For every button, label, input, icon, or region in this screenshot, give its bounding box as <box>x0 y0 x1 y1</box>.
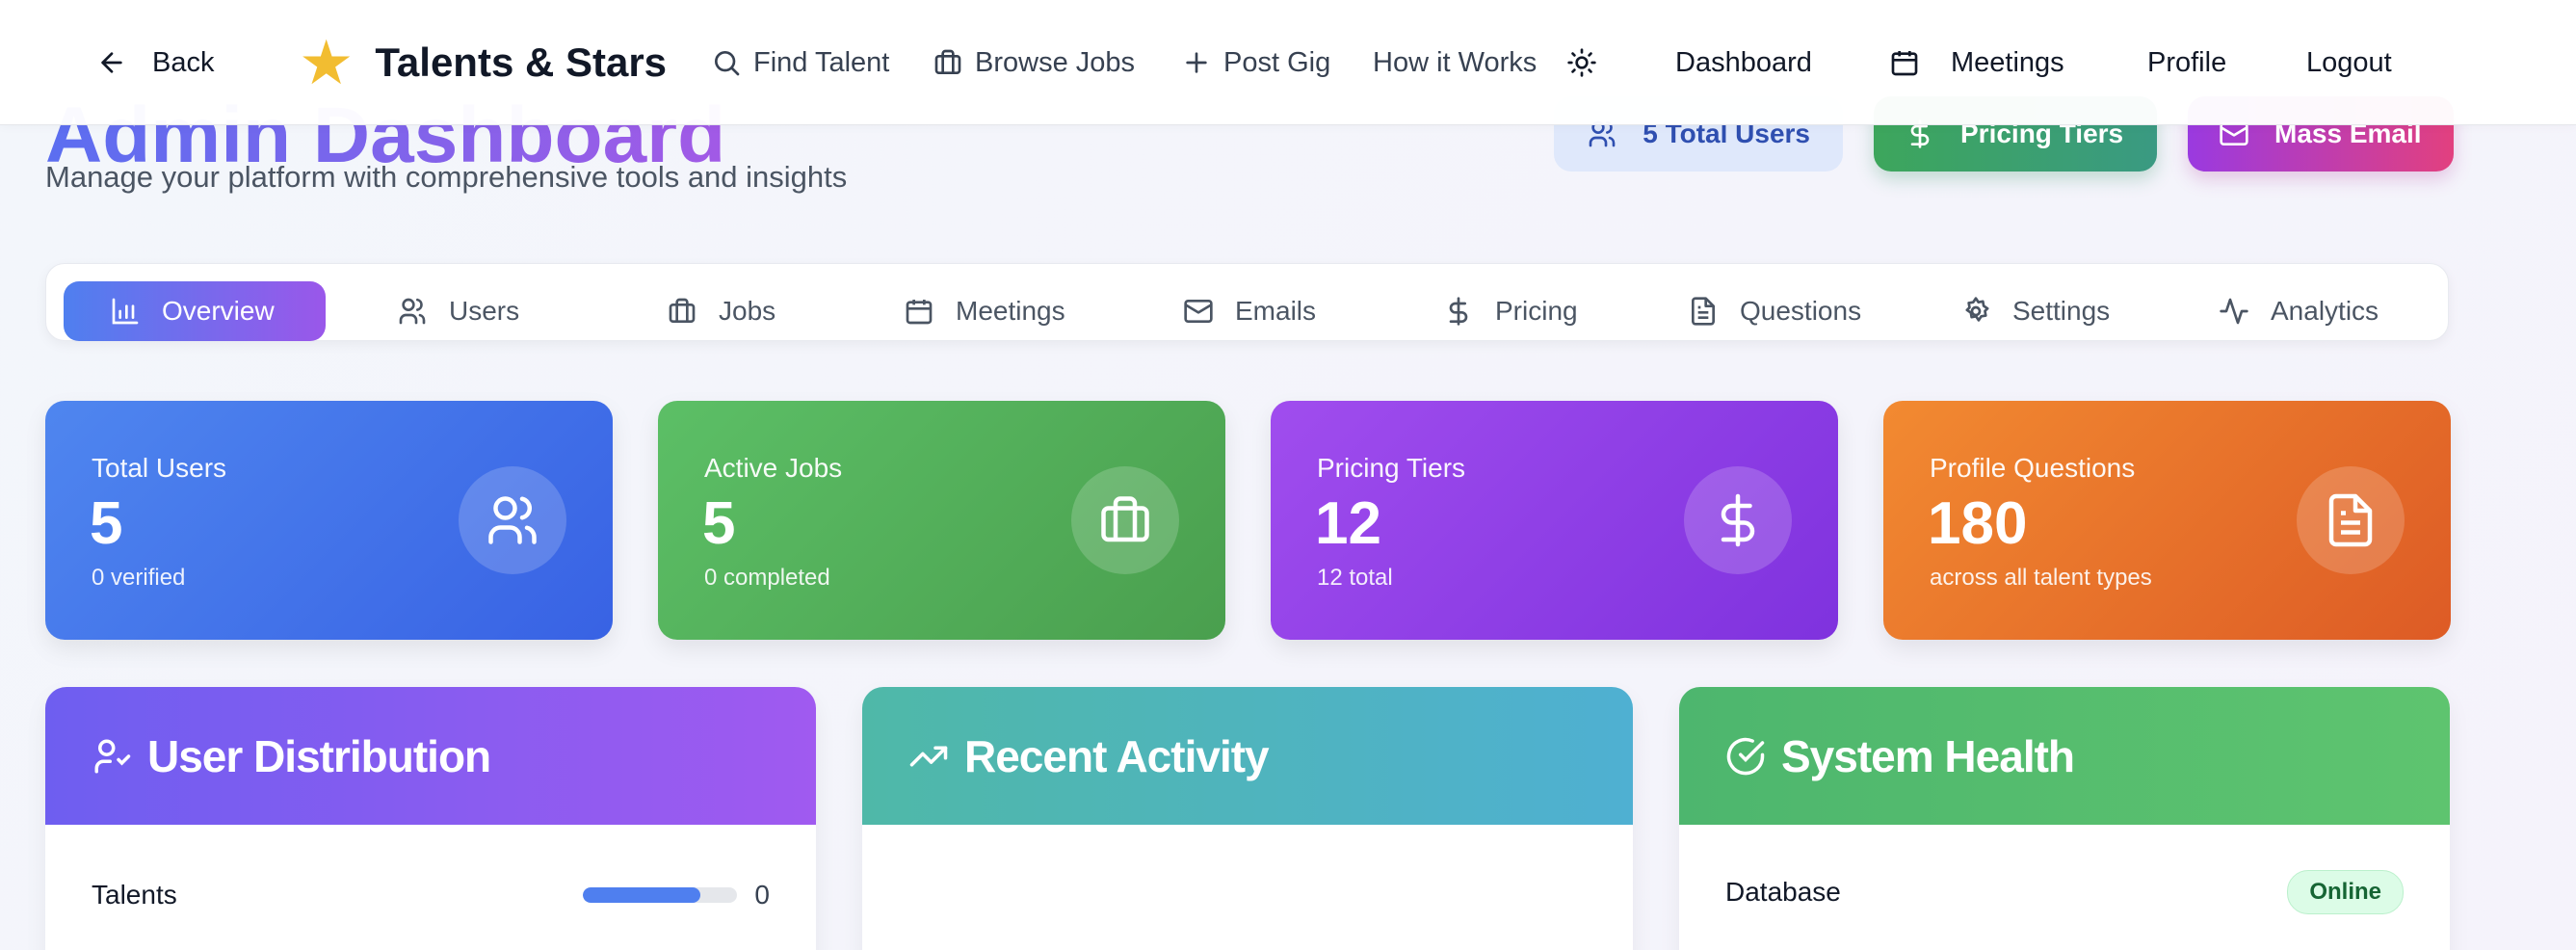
file-text-icon <box>2297 466 2405 574</box>
stat-label: Active Jobs <box>704 453 843 483</box>
tab-overview[interactable]: Overview <box>64 281 326 341</box>
nav-dashboard-label: Dashboard <box>1675 46 1812 78</box>
top-nav: Back ★ Talents & Stars Find Talent Brows… <box>0 0 2576 125</box>
nav-post-gig-label: Post Gig <box>1223 46 1331 78</box>
stat-card-total-users: Total Users 5 0 verified <box>45 401 613 640</box>
panel-title: Recent Activity <box>964 730 1270 781</box>
stat-label: Total Users <box>92 453 227 483</box>
tab-settings[interactable]: Settings <box>1960 281 2110 341</box>
stat-sub: 0 completed <box>704 565 830 591</box>
tab-pricing-label: Pricing <box>1495 296 1578 326</box>
tab-analytics-label: Analytics <box>2271 296 2379 326</box>
bar-chart-icon <box>110 296 141 327</box>
brand-name: Talents & Stars <box>375 40 668 85</box>
stat-card-pricing-tiers: Pricing Tiers 12 12 total <box>1271 401 1838 640</box>
tab-users[interactable]: Users <box>397 281 519 341</box>
stat-card-profile-questions: Profile Questions 180 across all talent … <box>1883 401 2451 640</box>
nav-find-talent-label: Find Talent <box>753 46 890 78</box>
nav-profile-label: Profile <box>2147 46 2227 78</box>
nav-browse-jobs-label: Browse Jobs <box>975 46 1136 78</box>
back-label: Back <box>152 46 215 78</box>
admin-tabs: Overview Users Jobs Meetings Emails Pric… <box>45 263 2449 341</box>
nav-how-it-works-label: How it Works <box>1373 46 1538 78</box>
tab-overview-label: Overview <box>162 296 275 326</box>
check-circle-icon <box>1725 736 1766 777</box>
calendar-icon <box>1889 47 1920 78</box>
dollar-icon <box>1684 466 1792 574</box>
briefcase-icon <box>667 296 697 327</box>
page-subtitle: Manage your platform with comprehensive … <box>45 160 848 194</box>
tab-users-label: Users <box>449 296 520 326</box>
stat-label: Pricing Tiers <box>1317 453 1466 483</box>
panel-header: Recent Activity <box>862 687 1633 825</box>
status-badge: Online <box>2287 870 2404 914</box>
trending-up-icon <box>908 736 949 777</box>
briefcase-icon <box>933 47 963 78</box>
nav-how-it-works[interactable]: How it Works <box>1373 0 1537 125</box>
tab-jobs-label: Jobs <box>719 296 776 326</box>
stat-value: 5 <box>90 490 123 557</box>
user-check-icon <box>92 736 132 777</box>
nav-meetings[interactable]: Meetings <box>1889 0 2064 125</box>
distribution-bar-fill <box>583 887 700 903</box>
panel-header: System Health <box>1679 687 2450 825</box>
activity-icon <box>2219 296 2249 327</box>
tab-questions[interactable]: Questions <box>1688 281 1861 341</box>
star-icon: ★ <box>299 28 355 97</box>
file-text-icon <box>1688 296 1719 327</box>
stat-value: 180 <box>1928 490 2028 557</box>
back-button[interactable]: Back <box>96 0 214 125</box>
panel-title: User Distribution <box>147 730 491 781</box>
tab-emails-label: Emails <box>1235 296 1317 326</box>
tab-settings-label: Settings <box>2012 296 2111 326</box>
nav-post-gig[interactable]: Post Gig <box>1181 0 1330 125</box>
stat-sub: 0 verified <box>92 565 186 591</box>
tab-questions-label: Questions <box>1740 296 1862 326</box>
tab-analytics[interactable]: Analytics <box>2219 281 2379 341</box>
arrow-left-icon <box>96 47 127 78</box>
calendar-icon <box>904 296 934 327</box>
brand-logo[interactable]: ★ Talents & Stars <box>299 0 667 125</box>
mail-icon <box>1183 296 1214 327</box>
nav-find-talent[interactable]: Find Talent <box>711 0 889 125</box>
nav-profile[interactable]: Profile <box>2147 0 2226 125</box>
stat-value: 12 <box>1315 490 1381 557</box>
briefcase-icon <box>1071 466 1179 574</box>
dollar-icon <box>1443 296 1474 327</box>
panel-header: User Distribution <box>45 687 816 825</box>
health-label: Database <box>1725 877 1841 907</box>
health-row: Database Online <box>1725 870 2404 914</box>
users-icon <box>459 466 566 574</box>
nav-browse-jobs[interactable]: Browse Jobs <box>933 0 1135 125</box>
panel-title: System Health <box>1781 730 2075 781</box>
stat-label: Profile Questions <box>1930 453 2136 483</box>
stat-sub: across all talent types <box>1930 565 2152 591</box>
nav-meetings-label: Meetings <box>1951 46 2064 78</box>
nav-logout[interactable]: Logout <box>2306 0 2392 125</box>
tab-meetings-label: Meetings <box>956 296 1065 326</box>
distribution-row: Talents 0 <box>92 876 770 914</box>
search-icon <box>711 47 742 78</box>
stat-sub: 12 total <box>1317 565 1393 591</box>
tab-jobs[interactable]: Jobs <box>667 281 775 341</box>
distribution-bar <box>583 887 737 903</box>
recent-activity-panel: Recent Activity <box>862 687 1633 950</box>
theme-toggle-sun-icon[interactable] <box>1566 0 1597 125</box>
nav-dashboard[interactable]: Dashboard <box>1675 0 1812 125</box>
stat-card-active-jobs: Active Jobs 5 0 completed <box>658 401 1225 640</box>
plus-icon <box>1181 47 1212 78</box>
tab-pricing[interactable]: Pricing <box>1443 281 1578 341</box>
gear-icon <box>1960 296 1991 327</box>
users-icon <box>397 296 428 327</box>
tab-meetings[interactable]: Meetings <box>904 281 1065 341</box>
distribution-count: 0 <box>754 880 770 910</box>
nav-logout-label: Logout <box>2306 46 2392 78</box>
tab-emails[interactable]: Emails <box>1183 281 1316 341</box>
user-distribution-panel: User Distribution Talents 0 <box>45 687 816 950</box>
distribution-label: Talents <box>92 880 177 910</box>
stat-value: 5 <box>702 490 736 557</box>
system-health-panel: System Health Database Online <box>1679 687 2450 950</box>
